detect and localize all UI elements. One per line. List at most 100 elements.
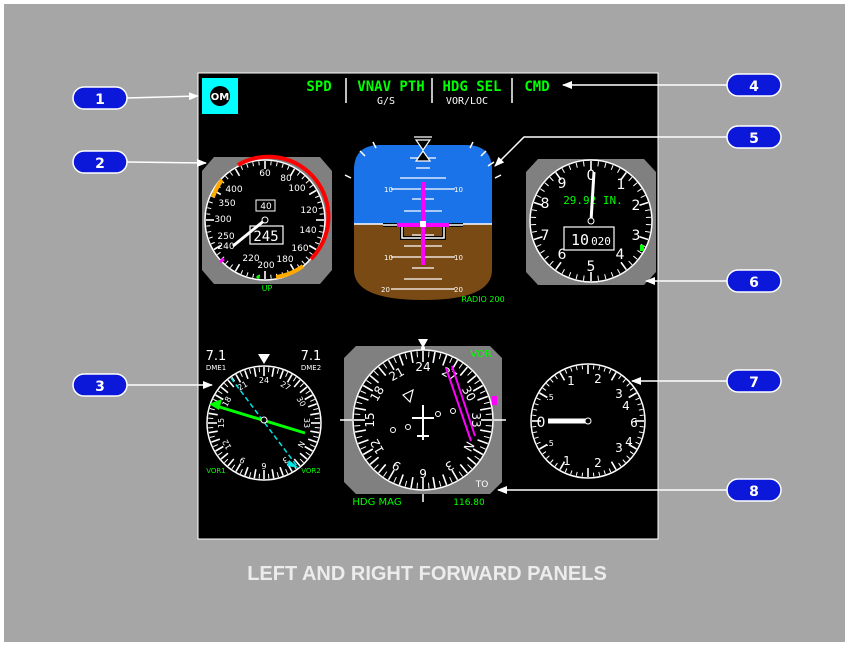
callout-leader-2 [125,158,207,167]
dial-tick [582,161,585,167]
altimeter: 0 1 2 3 4 5 6 7 8 9 29.92 IN. 10 020 [526,159,656,285]
callout-number-5: 5 [749,131,759,147]
hsi-compass-label: 6 [419,466,427,480]
callout-number-6: 6 [749,275,759,291]
hsi-index-dot [421,346,425,350]
adi-pitch-label: 10 [384,186,393,194]
rmi-compass-label: 15 [217,418,226,428]
asi-label-160: 160 [291,244,308,254]
asi-label-240: 240 [217,242,234,252]
dial-tick [582,275,585,281]
standby-gauge: 1 2 3 4 5 6 1 2 3 4 5 6 .5 .5 .5 .5 0 [530,363,646,479]
gauge-label-2-lower: 2 [594,456,602,470]
gauge-label-1-lower: 1 [563,454,571,468]
to-from-indicator: TO [475,480,489,490]
gauge-minor-label: .5 [546,439,554,448]
nav-frequency: 116.80 [453,498,485,508]
adi-pitch-label: 10 [454,186,463,194]
dial-tick [354,413,361,416]
adi-pitch-label: 20 [454,286,463,294]
altimeter-digit-8: 8 [541,196,550,212]
altitude-counter-thousands: 10 [571,231,589,249]
radio-magnetic-indicator: 12151821 24 273033N369 7.1 DME1 7.1 DME2 V… [206,349,322,481]
rmi-hub [260,416,268,424]
rmi-compass-label: 33 [302,418,311,428]
flap-up-label: UP [262,284,273,293]
gauge-label-1: 1 [567,374,575,388]
gauge-minor-label: .5 [546,393,554,402]
asi-label-220: 220 [242,254,259,264]
asi-label-120: 120 [300,206,317,216]
adi-pitch-label: 20 [381,286,390,294]
dial-tick [427,482,430,489]
asi-label-140: 140 [299,226,316,236]
speed-bug-value: 40 [260,202,272,212]
altimeter-digit-7: 7 [541,228,550,244]
fma-pitch-armed: G/S [377,96,395,107]
dme2-label: DME2 [301,364,321,372]
fma-roll-armed: VOR/LOC [446,96,488,107]
asi-label-100: 100 [288,184,305,194]
altimeter-digit-9: 9 [558,176,567,192]
asi-label-250: 250 [217,232,234,242]
callout-number-1: 1 [95,92,105,108]
airspeed-readout: 245 [253,229,278,245]
rmi-compass-label: 24 [259,376,269,385]
dial-tick [597,161,600,167]
adi-pitch-label: 10 [384,254,393,262]
flap-bug [255,274,261,280]
gauge-zero-label: 0 [537,415,546,431]
fma-pitch-active: VNAV PTH [357,79,424,95]
vor2-label: VOR2 [301,467,321,475]
altimeter-digit-1: 1 [617,177,626,193]
dial-tick [597,275,600,281]
dial-tick [485,424,492,427]
dme2-value: 7.1 [301,349,322,364]
dial-tick [354,424,361,427]
figure-caption: LEFT AND RIGHT FORWARD PANELS [247,563,607,585]
horizontal-situation-indicator: 12151821 24 273033N369 VOR TO HDG MAG 116.… [340,339,506,508]
asi-label-300: 300 [214,215,231,225]
fma-roll-active: HDG SEL [442,79,501,95]
dial-tick [427,351,430,358]
radio-altitude: RADIO 200 [461,295,504,304]
callout-number-2: 2 [95,156,105,172]
dme1-value: 7.1 [206,349,227,364]
dial-tick [416,482,419,489]
altimeter-digit-3: 3 [632,228,641,244]
gauge-label-4: 4 [622,399,630,413]
adi-center-dot [420,221,426,227]
asi-label-80: 80 [280,174,292,184]
dme1-label: DME1 [206,364,226,372]
callout-number-8: 8 [749,484,759,500]
vor1-label: VOR1 [206,467,226,475]
hsi-compass-label: 24 [415,360,430,374]
diagram-canvas: OM SPD VNAV PTH G/S HDG SEL VOR/LOC CMD … [4,4,845,642]
altitude-bug [640,245,644,251]
asi-label-350: 350 [218,199,235,209]
altimeter-digit-5: 5 [587,259,596,275]
asi-label-400: 400 [225,185,242,195]
gauge-hub [584,417,592,425]
adi-pitch-label: 10 [454,254,463,262]
airspeed-hub [261,216,269,224]
heading-mode: HDG MAG [352,497,401,508]
callout-number-4: 4 [749,79,759,95]
hsi-compass-label: 15 [363,412,377,427]
fma-autopilot-status: CMD [524,79,549,95]
attitude-indicator: 10 10 10 10 20 20 RADIO 200 [344,136,505,304]
heading-bug [492,396,497,405]
rmi-compass-label: 6 [261,461,266,470]
callout-number-3: 3 [95,379,105,395]
airspeed-indicator: 60 80 100 120 140 160 180 200 220 240 25… [202,154,332,293]
gauge-label-2: 2 [594,372,602,386]
fma-autothrottle: SPD [306,79,331,95]
navigation-source: VOR [470,349,492,360]
asi-label-180: 180 [276,255,293,265]
altimeter-digit-4: 4 [616,247,625,263]
altimeter-digit-2: 2 [632,198,641,214]
asi-label-60: 60 [259,169,271,179]
altitude-counter-hundreds: 020 [591,235,611,248]
gauge-label-3-lower: 3 [615,441,623,455]
callout-number-7: 7 [749,375,759,391]
